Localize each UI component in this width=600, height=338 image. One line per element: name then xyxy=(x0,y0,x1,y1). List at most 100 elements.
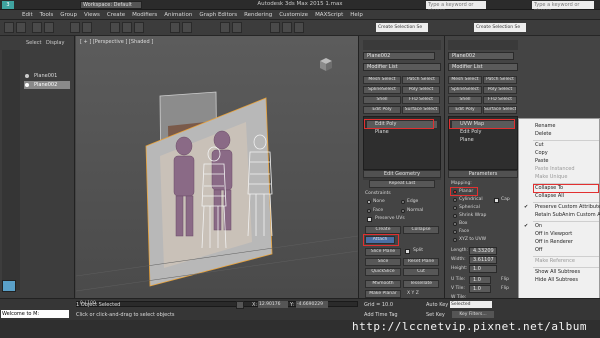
context-item-cut[interactable]: Cut xyxy=(535,142,544,149)
move-icon[interactable] xyxy=(110,22,120,33)
render-setup-icon[interactable] xyxy=(282,22,292,33)
workspace-dropdown[interactable]: Workspace: Default xyxy=(80,1,142,9)
y-coord-field[interactable]: -4.6690229 xyxy=(296,301,328,308)
slice-button[interactable]: Slice xyxy=(365,258,401,266)
ffd-select-button[interactable]: FFD Select xyxy=(402,96,440,104)
patch-select-button-2[interactable]: Patch Select xyxy=(483,76,517,84)
context-item-copy[interactable]: Copy xyxy=(535,150,548,157)
rotate-icon[interactable] xyxy=(122,22,132,33)
scene-item-plane001[interactable]: Plane001 xyxy=(24,72,70,80)
menu-edit[interactable]: Edit xyxy=(22,10,33,20)
search-input-2[interactable]: Type a keyword or phrase xyxy=(532,1,594,14)
context-item-show-all-subtrees[interactable]: Show All Subtrees xyxy=(535,269,580,276)
length-input[interactable]: 4.33209 xyxy=(469,247,497,255)
mapping-radio-box[interactable] xyxy=(453,222,457,226)
context-item-off[interactable]: Off xyxy=(535,247,542,254)
search-input[interactable]: Type a keyword or phrase xyxy=(426,1,486,14)
context-item-delete[interactable]: Delete xyxy=(535,131,551,138)
constraint-face-radio[interactable] xyxy=(367,209,371,213)
mesh-select-button-2[interactable]: Mesh Select xyxy=(448,76,482,84)
auto-key-button[interactable]: Auto Key xyxy=(426,302,448,308)
undo-icon[interactable] xyxy=(4,22,14,33)
menu-tools[interactable]: Tools xyxy=(40,10,54,20)
x-coord-field[interactable]: 12.90176 xyxy=(258,301,288,308)
add-time-tag-button[interactable]: Add Time Tag xyxy=(364,312,398,318)
stack-item-edit-poly-2[interactable]: Edit Poly xyxy=(452,129,514,136)
menu-help[interactable]: Help xyxy=(350,10,363,20)
split-checkbox[interactable] xyxy=(405,249,410,254)
link-icon[interactable] xyxy=(32,22,42,33)
view-cube-icon[interactable] xyxy=(318,56,334,72)
reset-plane-button[interactable]: Reset Plane xyxy=(403,258,439,266)
unlink-icon[interactable] xyxy=(44,22,54,33)
height-input[interactable]: 1.0 xyxy=(469,265,497,273)
modifier-list-dropdown[interactable]: Modifier List xyxy=(363,63,441,71)
context-item-hide-all-subtrees[interactable]: Hide All Subtrees xyxy=(535,277,578,284)
maxscript-listener[interactable]: Welcome to M: xyxy=(1,310,69,318)
key-filters-button[interactable]: Key Filters... xyxy=(452,311,494,318)
collapse-button[interactable]: Collapse xyxy=(403,226,439,234)
constraint-edge-radio[interactable] xyxy=(401,200,405,204)
menu-customize[interactable]: Customize xyxy=(279,10,308,20)
stack-item-plane[interactable]: Plane xyxy=(367,129,437,136)
context-item-on[interactable]: On xyxy=(535,223,542,230)
app-logo-icon[interactable]: 3 xyxy=(2,1,14,9)
material-editor-icon[interactable] xyxy=(270,22,280,33)
constraint-normal-radio[interactable] xyxy=(401,209,405,213)
edit-poly-button[interactable]: Edit Poly xyxy=(363,106,401,114)
spline-select-button[interactable]: SplineSelect xyxy=(363,86,401,94)
u-tile-input[interactable]: 1.0 xyxy=(469,276,491,284)
ffd-select-button-2[interactable]: FFD Select xyxy=(483,96,517,104)
context-item-paste[interactable]: Paste xyxy=(535,158,549,165)
context-item-off-in-renderer[interactable]: Off in Renderer xyxy=(535,239,573,246)
context-item-preserve-custom-attributes[interactable]: Preserve Custom Attributes xyxy=(535,204,600,211)
context-item-collapse-all[interactable]: Collapse All xyxy=(535,193,564,200)
scene-item-plane002[interactable]: Plane002 xyxy=(24,81,70,89)
mapping-radio-shrink-wrap[interactable] xyxy=(453,214,457,218)
context-item-retain-subanim-custom-attr[interactable]: Retain SubAnim Custom Attr xyxy=(535,212,600,219)
angle-snap-icon[interactable] xyxy=(182,22,192,33)
menu-animation[interactable]: Animation xyxy=(164,10,192,20)
make-planar-button[interactable]: Make Planar xyxy=(365,290,401,298)
viewport-label[interactable]: [ + ] [Perspective ] [Shaded ] xyxy=(80,39,153,45)
tessellate-button[interactable]: Tessellate xyxy=(403,280,439,288)
object-name-field-2[interactable]: Plane002 xyxy=(448,52,514,60)
mesh-select-button[interactable]: Mesh Select xyxy=(363,76,401,84)
modifier-list-dropdown-2[interactable]: Modifier List xyxy=(448,63,518,71)
create-button[interactable]: Create xyxy=(365,226,401,234)
eye-icon[interactable] xyxy=(25,83,29,87)
redo-icon[interactable] xyxy=(16,22,26,33)
mirror-icon[interactable] xyxy=(220,22,230,33)
mapping-radio-xyz-to-uvw[interactable] xyxy=(453,238,457,242)
cut-button[interactable]: Cut xyxy=(403,268,439,276)
menu-create[interactable]: Create xyxy=(107,10,125,20)
spline-select-button-2[interactable]: SplineSelect xyxy=(448,86,482,94)
object-name-field[interactable]: Plane002 xyxy=(363,52,435,60)
menu-graph-editors[interactable]: Graph Editors xyxy=(199,10,237,20)
context-item-off-in-viewport[interactable]: Off in Viewport xyxy=(535,231,572,238)
poly-select-button-2[interactable]: Poly Select xyxy=(483,86,517,94)
mapping-radio-face[interactable] xyxy=(453,230,457,234)
perspective-viewport[interactable]: [ + ] [Perspective ] [Shaded ] xyxy=(76,36,358,298)
lock-selection-icon[interactable] xyxy=(236,301,244,309)
parameters-rollout[interactable]: Parameters xyxy=(448,170,518,178)
shell-button-2[interactable]: Shell xyxy=(448,96,482,104)
poly-select-button[interactable]: Poly Select xyxy=(402,86,440,94)
tab-select[interactable]: Select xyxy=(26,40,41,46)
patch-select-button[interactable]: Patch Select xyxy=(402,76,440,84)
layer-toggle-icon[interactable] xyxy=(2,280,16,292)
context-item-rename[interactable]: Rename xyxy=(535,123,556,130)
selected-dropdown[interactable]: Selected xyxy=(450,301,492,308)
render-icon[interactable] xyxy=(294,22,304,33)
selection-set-dropdown-2[interactable]: Create Selection Se xyxy=(474,23,526,32)
eye-icon[interactable] xyxy=(25,74,29,78)
edit-poly-button-2[interactable]: Edit Poly xyxy=(448,106,482,114)
shell-button[interactable]: Shell xyxy=(363,96,401,104)
menu-rendering[interactable]: Rendering xyxy=(244,10,272,20)
stack-item-plane-2[interactable]: Plane xyxy=(452,137,514,144)
menu-group[interactable]: Group xyxy=(60,10,77,20)
cap-checkbox[interactable] xyxy=(494,198,499,203)
edit-geometry-rollout[interactable]: Edit Geometry xyxy=(363,170,441,178)
align-icon[interactable] xyxy=(232,22,242,33)
mapping-radio-cylindrical[interactable] xyxy=(453,198,457,202)
